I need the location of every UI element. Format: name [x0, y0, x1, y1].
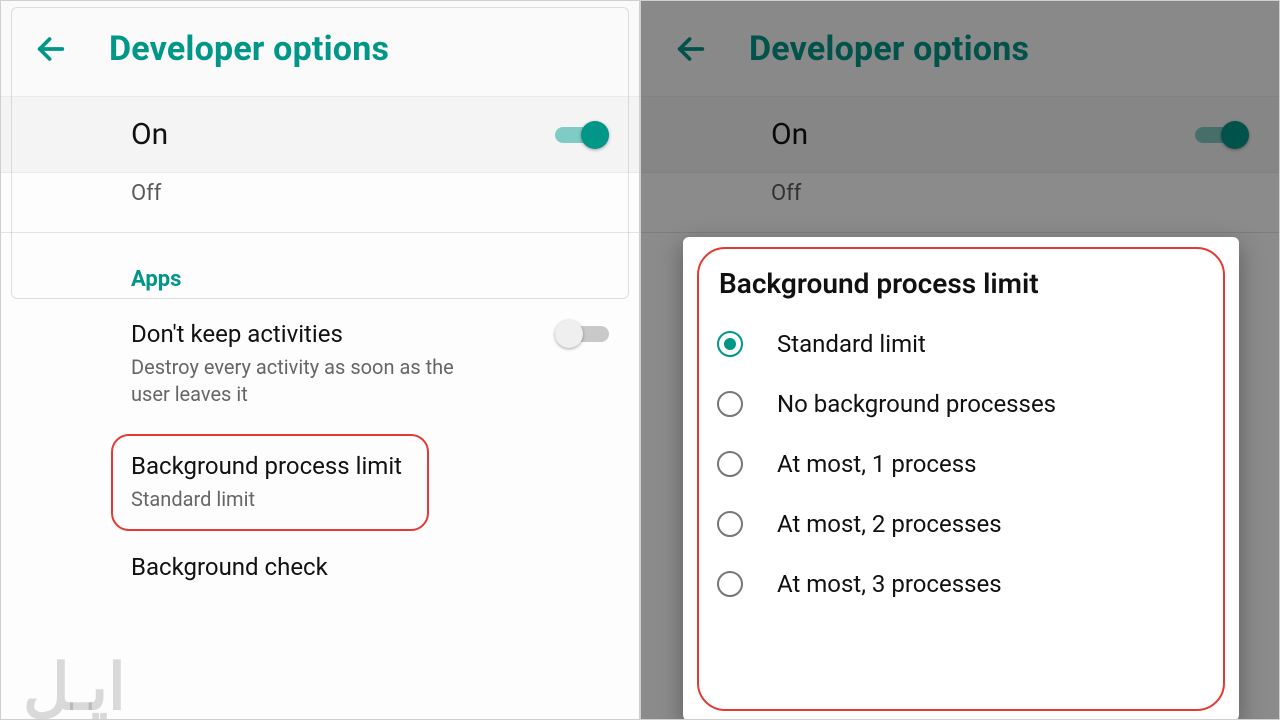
option-at-most-2-processes[interactable]: At most, 2 processes: [709, 494, 1213, 554]
dialog-title: Background process limit: [719, 267, 1207, 300]
right-screenshot: Developer options On Off Background proc…: [640, 0, 1280, 720]
option-label: No background processes: [777, 390, 1056, 418]
option-no-background-processes[interactable]: No background processes: [709, 374, 1213, 434]
section-header-apps: Apps: [1, 233, 639, 298]
back-arrow-icon[interactable]: [27, 32, 75, 66]
setting-value: Standard limit: [131, 486, 402, 513]
setting-background-check[interactable]: Background check: [1, 535, 639, 581]
previous-setting-value: Off: [1, 173, 639, 233]
option-label: At most, 3 processes: [777, 570, 1002, 598]
radio-icon: [717, 331, 743, 357]
master-toggle-row[interactable]: On: [1, 97, 639, 173]
appbar-title: Developer options: [109, 29, 389, 69]
watermark: ايـل: [23, 650, 126, 720]
master-toggle[interactable]: [555, 121, 609, 149]
radio-icon: [717, 451, 743, 477]
setting-title: Background process limit: [131, 452, 402, 480]
left-screenshot: Developer options On Off Apps Don't keep…: [0, 0, 640, 720]
option-label: At most, 2 processes: [777, 510, 1002, 538]
setting-background-process-limit[interactable]: Background process limit Standard limit: [1, 430, 639, 535]
setting-subtitle: Destroy every activity as soon as the us…: [131, 354, 491, 408]
dont-keep-toggle[interactable]: [555, 320, 609, 348]
radio-icon: [717, 511, 743, 537]
option-label: Standard limit: [777, 330, 926, 358]
option-at-most-3-processes[interactable]: At most, 3 processes: [709, 554, 1213, 614]
background-process-limit-dialog: Background process limit Standard limit …: [683, 237, 1239, 720]
radio-icon: [717, 391, 743, 417]
option-standard-limit[interactable]: Standard limit: [709, 314, 1213, 374]
option-label: At most, 1 process: [777, 450, 976, 478]
setting-title: Don't keep activities: [131, 320, 491, 348]
radio-icon: [717, 571, 743, 597]
option-at-most-1-process[interactable]: At most, 1 process: [709, 434, 1213, 494]
setting-dont-keep-activities[interactable]: Don't keep activities Destroy every acti…: [1, 298, 639, 430]
master-toggle-label: On: [131, 117, 168, 152]
appbar: Developer options: [1, 1, 639, 97]
